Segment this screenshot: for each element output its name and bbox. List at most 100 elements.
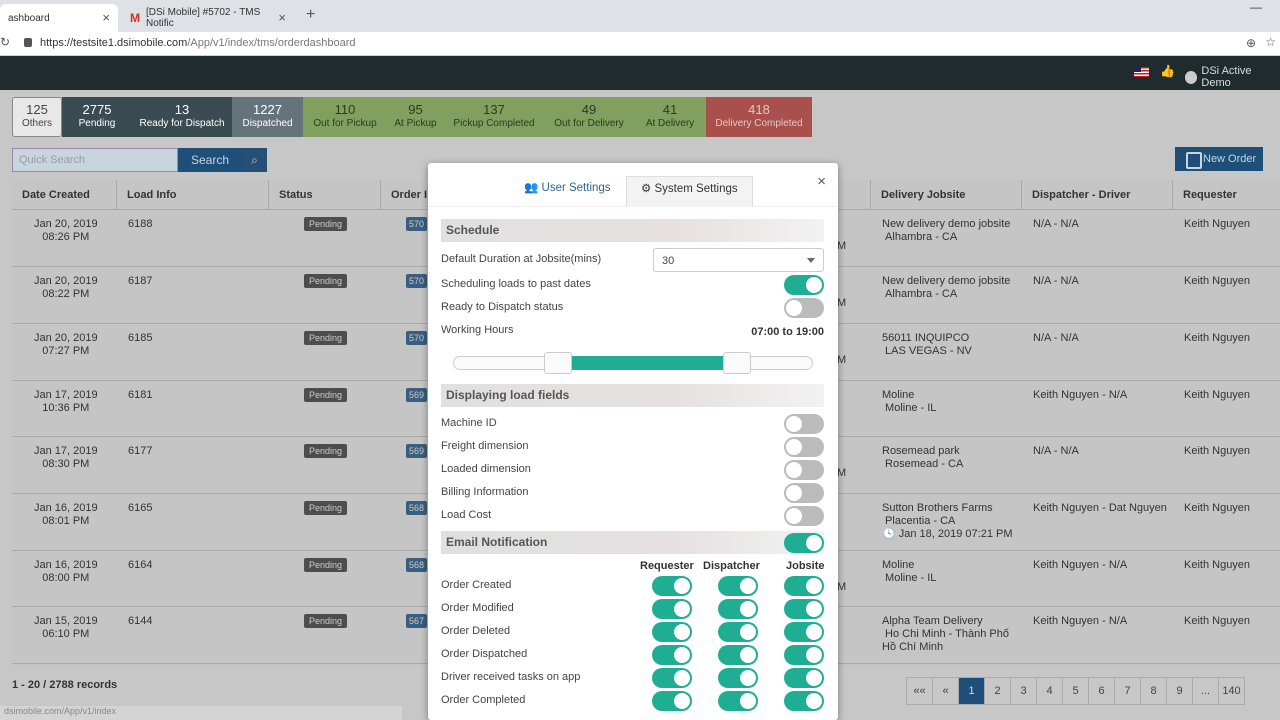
address-bar[interactable]: ↻ https://testsite1.dsimobile.com/App/v1… (0, 32, 1280, 56)
col-load-info[interactable]: Load Info (117, 180, 269, 210)
page-button[interactable]: «« (906, 677, 933, 705)
page-button[interactable]: 2 (984, 677, 1011, 705)
quick-search-input[interactable]: Quick Search (12, 148, 178, 172)
step-ready-for-dispatch[interactable]: 13 Ready for Dispatch (132, 97, 232, 137)
browser-tab-dashboard[interactable]: ashboard × (0, 4, 118, 32)
tab-system-settings[interactable]: ⚙ System Settings (626, 176, 753, 207)
email-event-label: Order Modified (441, 602, 514, 614)
date-cell: Jan 20, 2019 08:26 PM (34, 218, 98, 243)
step-out-for-delivery[interactable]: 49 Out for Delivery (544, 97, 634, 137)
page-button[interactable]: « (932, 677, 959, 705)
step-pickup-completed[interactable]: 137 Pickup Completed (444, 97, 544, 137)
close-tab-icon[interactable]: × (102, 10, 110, 25)
col-status[interactable]: Status (269, 180, 381, 210)
email-toggle[interactable] (652, 668, 692, 688)
email-toggle[interactable] (718, 599, 758, 619)
email-toggle[interactable] (718, 691, 758, 711)
close-icon[interactable]: × (817, 173, 826, 190)
load-cell: 6181 (128, 389, 153, 401)
minimize-window-button[interactable]: — (1250, 0, 1262, 14)
page-button[interactable]: 4 (1036, 677, 1063, 705)
page-button[interactable]: 140 (1218, 677, 1245, 705)
past-dates-toggle[interactable] (784, 275, 824, 295)
load-field-toggle[interactable] (784, 460, 824, 480)
search-button[interactable]: Search (178, 148, 242, 172)
advanced-search-icon[interactable]: ⌕ (242, 148, 267, 172)
date-cell: Jan 16, 2019 08:00 PM (34, 559, 98, 584)
slider-end-handle[interactable] (723, 352, 751, 374)
col-date-created[interactable]: Date Created (12, 180, 117, 210)
step-at-delivery[interactable]: 41 At Delivery (634, 97, 706, 137)
col-requester[interactable]: Requester (1173, 180, 1280, 210)
step-count: 13 (174, 102, 190, 117)
email-toggle[interactable] (652, 645, 692, 665)
email-notification-toggle[interactable] (784, 533, 824, 553)
requester-cell: Keith Nguyen (1184, 445, 1251, 457)
email-toggle[interactable] (718, 622, 758, 642)
tab-title: [DSi Mobile] #5702 - TMS Notific (146, 7, 261, 29)
email-toggle[interactable] (652, 599, 692, 619)
browser-tab-gmail[interactable]: M [DSi Mobile] #5702 - TMS Notific × (122, 4, 294, 32)
order-tail-cell: M (837, 240, 847, 252)
jobsite-cell: 56011 INQUIPCO LAS VEGAS - NV (882, 332, 972, 357)
page-button[interactable]: 6 (1088, 677, 1115, 705)
tab-user-settings[interactable]: 👥 User Settings (510, 176, 625, 207)
email-toggle[interactable] (784, 645, 824, 665)
step-others[interactable]: 125 Others (12, 97, 62, 137)
email-toggle[interactable] (652, 691, 692, 711)
load-field-toggle[interactable] (784, 483, 824, 503)
page-button[interactable]: 7 (1114, 677, 1141, 705)
email-toggle[interactable] (718, 668, 758, 688)
email-toggle[interactable] (784, 622, 824, 642)
reload-icon[interactable]: ↻ (0, 35, 10, 49)
slider-start-handle[interactable] (544, 352, 572, 374)
load-field-toggle[interactable] (784, 506, 824, 526)
gmail-icon: M (130, 11, 140, 25)
page-button[interactable]: 3 (1010, 677, 1037, 705)
requester-cell: Keith Nguyen (1184, 502, 1251, 514)
driver-cell: N/A - N/A (1033, 445, 1079, 457)
step-label: Delivery Completed (715, 118, 803, 129)
step-out-for-pickup[interactable]: 110 Out for Pickup (303, 97, 387, 137)
email-toggle[interactable] (718, 645, 758, 665)
step-at-pickup[interactable]: 95 At Pickup (387, 97, 444, 137)
default-duration-select[interactable]: 30 (653, 248, 824, 272)
load-field-toggle[interactable] (784, 414, 824, 434)
settings-tabs: 👥 User Settings ⚙ System Settings × (428, 163, 838, 207)
page-button[interactable]: 9 (1166, 677, 1193, 705)
email-toggle[interactable] (652, 576, 692, 596)
step-pending[interactable]: 2775 Pending (62, 97, 132, 137)
col-dispatcher-driver[interactable]: Dispatcher - Driver (1022, 180, 1173, 210)
email-toggle[interactable] (784, 691, 824, 711)
email-toggle[interactable] (784, 576, 824, 596)
email-toggle[interactable] (784, 668, 824, 688)
date-cell: Jan 15, 2019 06:10 PM (34, 615, 98, 640)
ready-status-toggle[interactable] (784, 298, 824, 318)
email-toggle[interactable] (718, 576, 758, 596)
order-cell: 568 (406, 558, 428, 572)
step-label: Ready for Dispatch (139, 118, 225, 129)
close-tab-icon[interactable]: × (278, 10, 286, 25)
order-tail-cell: M (837, 467, 847, 479)
step-delivery-completed[interactable]: 418 Delivery Completed (706, 97, 812, 137)
thumbs-up-icon[interactable]: 👍 (1160, 64, 1175, 78)
new-order-button[interactable]: New Order (1175, 147, 1263, 171)
page-button[interactable]: 5 (1062, 677, 1089, 705)
col-delivery-jobsite[interactable]: Delivery Jobsite (871, 180, 1022, 210)
page-button[interactable]: 8 (1140, 677, 1167, 705)
new-tab-button[interactable]: + (306, 6, 315, 24)
tab-title: ashboard (8, 12, 50, 24)
us-flag-icon[interactable] (1134, 67, 1149, 77)
page-button[interactable]: ... (1192, 677, 1219, 705)
user-menu[interactable]: DSi Active Demo (1185, 65, 1280, 89)
step-dispatched[interactable]: 1227 Dispatched (232, 97, 303, 137)
email-toggle[interactable] (784, 599, 824, 619)
working-hours-label: Working Hours (441, 324, 514, 336)
load-field-toggle[interactable] (784, 437, 824, 457)
bookmark-star-icon[interactable]: ☆ (1265, 35, 1276, 49)
url-text[interactable]: https://testsite1.dsimobile.com/App/v1/i… (40, 37, 356, 49)
email-toggle[interactable] (652, 622, 692, 642)
zoom-icon[interactable]: ⊕ (1246, 36, 1256, 50)
past-dates-label: Scheduling loads to past dates (441, 278, 591, 290)
page-button[interactable]: 1 (958, 677, 985, 705)
